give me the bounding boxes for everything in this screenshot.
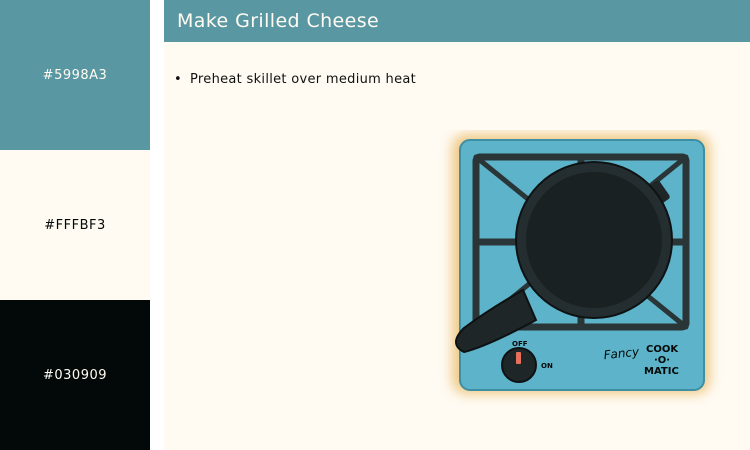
instruction-item: • Preheat skillet over medium heat (174, 72, 416, 87)
brand-line-1: COOK (646, 344, 679, 355)
page-title: Make Grilled Cheese (177, 10, 380, 32)
skillet-pan (526, 172, 662, 308)
control-knob[interactable] (501, 347, 537, 383)
swatch-dark: #030909 (0, 300, 150, 450)
bullet-icon: • (174, 72, 182, 87)
instruction-text: Preheat skillet over medium heat (190, 72, 417, 87)
recipe-panel: Make Grilled Cheese • Preheat skillet ov… (164, 0, 750, 450)
swatch-label: #030909 (42, 367, 108, 383)
knob-off-label: OFF (512, 340, 528, 348)
instruction-list: • Preheat skillet over medium heat (174, 72, 416, 87)
knob-indicator (516, 352, 521, 364)
stove-illustration: OFF ON Fancy COOK ·O· MATIC (452, 134, 710, 394)
swatch-label: #FFFBF3 (44, 217, 106, 233)
swatch-background: #FFFBF3 (0, 150, 150, 300)
swatch-label: #5998A3 (42, 67, 108, 83)
swatch-primary: #5998A3 (0, 0, 150, 150)
brand-line-2: ·O· (654, 355, 670, 366)
brand-line-3: MATIC (644, 366, 679, 377)
knob-on-label: ON (541, 362, 553, 370)
color-palette: #5998A3 #FFFBF3 #030909 (0, 0, 150, 450)
recipe-header: Make Grilled Cheese (164, 0, 750, 42)
